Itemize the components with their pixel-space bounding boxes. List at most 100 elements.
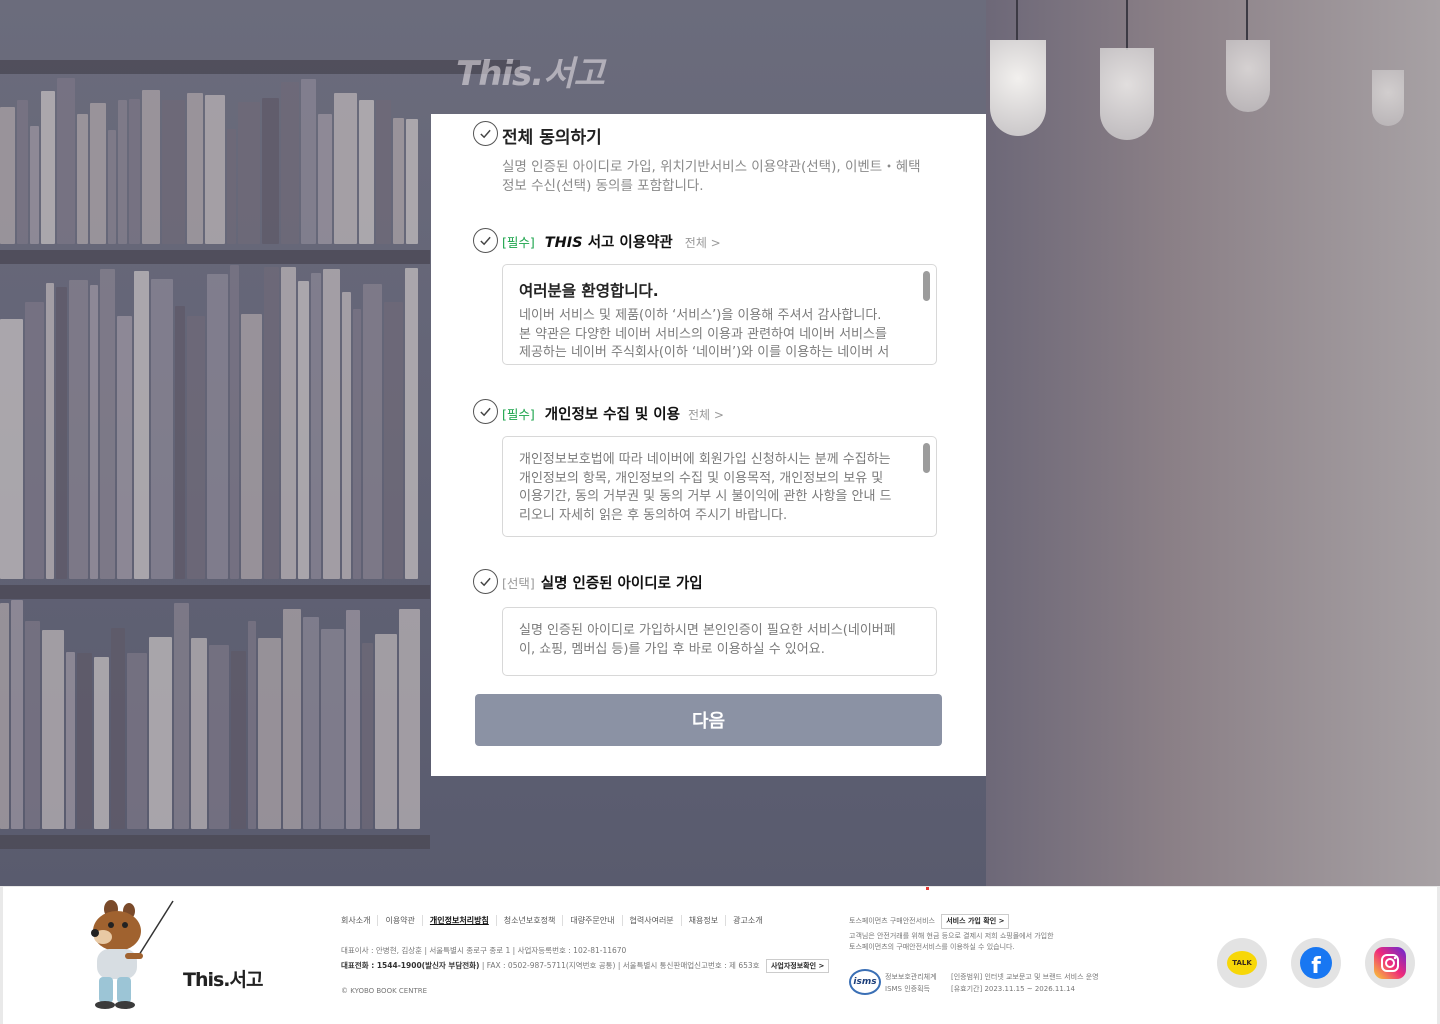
- scrollbar-thumb[interactable]: [923, 443, 930, 473]
- copyright: © KYOBO BOOK CENTRE: [341, 987, 428, 995]
- view-all-link[interactable]: 전체 >: [685, 234, 721, 251]
- isms-scope: [인증범위] 인터넷 교보문고 및 브랜드 서비스 운영: [951, 973, 1099, 981]
- toss-title: 토스페이먼츠 구매안전서비스: [849, 917, 935, 925]
- book-spine: [191, 638, 207, 829]
- light-bulb: [1100, 48, 1154, 140]
- book-spine: [162, 100, 185, 244]
- optional-tag: [선택]: [502, 576, 535, 591]
- footer-link-advertising[interactable]: 광고소개: [725, 915, 769, 926]
- toss-description-2: 토스페이먼츠의 구매안전서비스를 이용하실 수 있습니다.: [849, 943, 1015, 951]
- view-all-link[interactable]: 전체 >: [688, 406, 724, 423]
- brand-text: THIS: [544, 235, 583, 251]
- agree-all-title[interactable]: 전체 동의하기: [502, 123, 602, 148]
- required-tag: [필수]: [502, 235, 535, 250]
- book-spine: [301, 79, 316, 244]
- book-spine: [187, 316, 205, 579]
- check-icon: [480, 407, 491, 417]
- footer-link-company[interactable]: 회사소개: [341, 915, 377, 926]
- book-spine: [334, 93, 357, 244]
- terms-text: 네이버 서비스 및 제품(이하 ‘서비스’)을 이용해 주셔서 감사합니다. 본…: [519, 308, 890, 364]
- privacy-collection-title[interactable]: 개인정보 수집 및 이용: [545, 403, 680, 424]
- book-spine: [108, 130, 116, 244]
- terms-of-service-header: [필수] THIS 서고 이용약관 전체 >: [502, 231, 721, 252]
- book-spine: [0, 107, 15, 244]
- facebook-button[interactable]: f: [1291, 938, 1341, 988]
- kakao-talk-button[interactable]: TALK: [1217, 938, 1267, 988]
- facebook-icon: f: [1300, 947, 1332, 979]
- kakao-talk-icon: TALK: [1227, 951, 1257, 975]
- book-spine: [127, 653, 147, 829]
- book-spine: [142, 90, 160, 244]
- phone-number: 대표전화 : 1544-1900(발신자 부담전화): [341, 961, 480, 970]
- verified-id-signup-title[interactable]: 실명 인증된 아이디로 가입: [541, 572, 703, 593]
- footer-link-partners[interactable]: 협력사여러분: [621, 915, 681, 926]
- book-spine: [283, 609, 301, 829]
- book-spine: [100, 269, 115, 579]
- site-footer: This.서고 회사소개 이용약관 개인정보처리방침 청소년보호정책 대량주문안…: [0, 886, 1440, 1024]
- book-spine: [298, 281, 309, 579]
- book-spine: [69, 280, 88, 579]
- book-spine: [262, 98, 279, 244]
- shelf-board: [0, 250, 430, 264]
- book-spine: [384, 302, 403, 579]
- verified-id-signup-header: [선택] 실명 인증된 아이디로 가입: [502, 572, 703, 593]
- book-spine: [209, 645, 229, 829]
- footer-link-careers[interactable]: 채용정보: [680, 915, 725, 926]
- book-spine: [231, 651, 246, 829]
- lamp-wire: [1246, 0, 1248, 40]
- book-spine: [117, 316, 132, 579]
- fax-info: | FAX : 0502-987-5711(지역번호 공통) | 서울특별시 통…: [479, 961, 760, 970]
- light-bulb: [1372, 70, 1404, 126]
- book-spine: [0, 603, 9, 829]
- agree-all-checkbox[interactable]: [473, 121, 498, 146]
- privacy-collection-checkbox[interactable]: [473, 399, 498, 424]
- book-spine: [311, 273, 321, 579]
- book-spine: [11, 600, 23, 829]
- book-spine: [375, 634, 397, 829]
- book-spine: [41, 91, 55, 244]
- footer-link-terms[interactable]: 이용약관: [377, 915, 421, 926]
- terms-of-service-title[interactable]: THIS 서고 이용약관: [545, 231, 673, 252]
- required-tag: [필수]: [502, 407, 535, 422]
- isms-label-2: ISMS 인증획득: [885, 985, 930, 993]
- book-spine: [406, 119, 418, 244]
- book-spine: [90, 285, 98, 579]
- site-logo[interactable]: This.서고: [456, 46, 605, 95]
- book-spine: [405, 268, 418, 579]
- instagram-button[interactable]: [1365, 938, 1415, 988]
- business-info-button[interactable]: 사업자정보확인 >: [765, 959, 830, 973]
- check-icon: [480, 236, 491, 246]
- footer-link-youth[interactable]: 청소년보호정책: [495, 915, 563, 926]
- terms-of-service-box[interactable]: 여러분을 환영합니다. 네이버 서비스 및 제품(이하 ‘서비스’)을 이용해 …: [502, 264, 937, 365]
- book-spine: [56, 287, 67, 579]
- footer-link-privacy[interactable]: 개인정보처리방침: [421, 915, 496, 926]
- book-spine: [281, 82, 299, 244]
- verified-id-text: 실명 인증된 아이디로 가입하시면 본인인증이 필요한 서비스(네이버페이, 쇼…: [519, 623, 896, 657]
- book-spine: [248, 621, 256, 829]
- book-spine: [77, 653, 92, 829]
- privacy-collection-box[interactable]: 개인정보보호법에 따라 네이버에 회원가입 신청하시는 분께 수집하는 개인정보…: [502, 436, 937, 537]
- terms-title-text: 서고 이용약관: [582, 235, 673, 251]
- next-button[interactable]: 다음: [475, 694, 942, 746]
- footer-link-bulk-order[interactable]: 대량주문안내: [562, 915, 621, 926]
- book-spine: [227, 129, 236, 244]
- terms-of-service-checkbox[interactable]: [473, 228, 498, 253]
- dog-mascot-illustration: [91, 900, 174, 1009]
- scrollbar-thumb[interactable]: [923, 271, 930, 301]
- book-spine: [111, 628, 125, 829]
- terms-heading: 여러분을 환영합니다.: [519, 282, 659, 300]
- isms-label-1: 정보보호관리체계: [885, 973, 937, 981]
- book-spine: [174, 603, 189, 829]
- light-bulb: [1226, 40, 1270, 112]
- book-spine: [346, 610, 360, 829]
- check-icon: [480, 577, 491, 587]
- service-signup-check-button[interactable]: 서비스 가입 확인 >: [941, 914, 1010, 929]
- shelf-board: [0, 60, 520, 74]
- book-spine: [205, 95, 225, 244]
- footer-logo[interactable]: This.서고: [183, 965, 263, 992]
- privacy-text: 개인정보보호법에 따라 네이버에 회원가입 신청하시는 분께 수집하는 개인정보…: [519, 452, 892, 523]
- book-spine: [393, 118, 404, 244]
- book-spine: [17, 100, 28, 244]
- verified-id-signup-checkbox[interactable]: [473, 569, 498, 594]
- book-spine: [258, 638, 281, 829]
